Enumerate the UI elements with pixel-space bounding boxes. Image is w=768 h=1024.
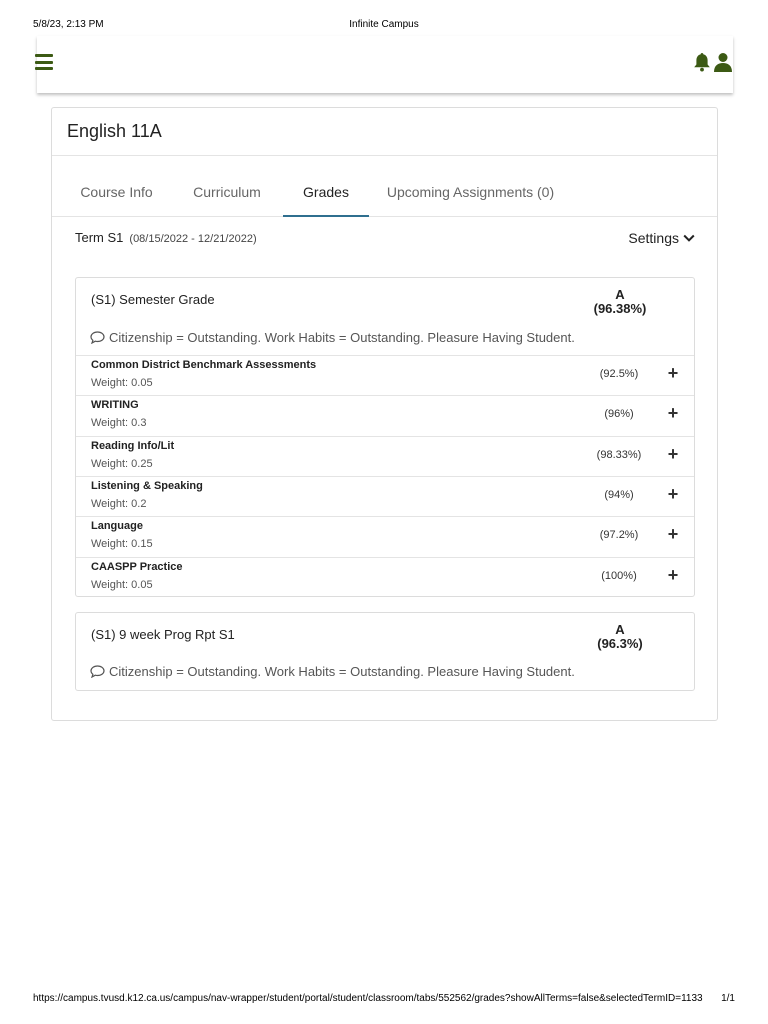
chevron-down-icon	[683, 234, 695, 242]
category-row: WRITING Weight: 0.3 (96%) +	[76, 395, 694, 435]
comment-icon	[90, 331, 105, 344]
category-percent: (100%)	[601, 570, 637, 582]
term-row: Term S1 (08/15/2022 - 12/21/2022) Setting…	[75, 230, 695, 250]
category-name: Language	[91, 520, 143, 532]
progress-report-title: (S1) 9 week Prog Rpt S1	[91, 627, 235, 642]
print-page-number: 1/1	[721, 993, 735, 1004]
category-weight: Weight: 0.2	[91, 498, 147, 510]
category-name: Reading Info/Lit	[91, 440, 175, 452]
term-dates: (08/15/2022 - 12/21/2022)	[129, 233, 257, 245]
semester-grade-title: (S1) Semester Grade	[91, 292, 215, 307]
category-percent: (92.5%)	[599, 368, 639, 380]
person-icon[interactable]	[713, 52, 733, 72]
category-weight: Weight: 0.3	[91, 417, 147, 429]
category-row: Common District Benchmark Assessments We…	[76, 355, 694, 395]
print-page-title: Infinite Campus	[349, 19, 419, 30]
category-percent: (94%)	[604, 489, 634, 501]
progress-report-comment-text: Citizenship = Outstanding. Work Habits =…	[109, 664, 575, 679]
expand-plus-icon[interactable]: +	[664, 445, 682, 463]
top-navigation-bar	[35, 36, 733, 93]
progress-report-comment: Citizenship = Outstanding. Work Habits =…	[90, 664, 575, 679]
course-tabs: Course Info Curriculum Grades Upcoming A…	[52, 168, 717, 217]
category-percent: (97.2%)	[599, 529, 639, 541]
course-title: English 11A	[67, 121, 162, 141]
progress-report-score: A (96.3%)	[580, 623, 660, 651]
category-weight: Weight: 0.15	[91, 538, 153, 550]
expand-plus-icon[interactable]: +	[664, 566, 682, 584]
progress-report-letter: A	[615, 622, 625, 637]
print-url: https://campus.tvusd.k12.ca.us/campus/na…	[33, 993, 703, 1004]
semester-grade-box: (S1) Semester Grade A (96.38%) Citizensh…	[75, 277, 695, 597]
tab-grades[interactable]: Grades	[283, 168, 369, 217]
tab-course-info[interactable]: Course Info	[70, 168, 163, 217]
category-row: Reading Info/Lit Weight: 0.25 (98.33%) +	[76, 436, 694, 476]
category-name: Common District Benchmark Assessments	[91, 359, 317, 371]
category-row: CAASPP Practice Weight: 0.05 (100%) +	[76, 557, 694, 597]
category-weight: Weight: 0.05	[91, 377, 153, 389]
term-name: Term S1	[75, 230, 124, 245]
settings-dropdown[interactable]: Settings	[628, 230, 695, 246]
settings-label: Settings	[628, 230, 679, 246]
category-name: WRITING	[91, 399, 139, 411]
category-row: Language Weight: 0.15 (97.2%) +	[76, 516, 694, 556]
progress-report-percent: (96.3%)	[597, 636, 643, 651]
expand-plus-icon[interactable]: +	[664, 364, 682, 382]
category-name: CAASPP Practice	[91, 561, 183, 573]
semester-grade-percent: (96.38%)	[593, 301, 647, 316]
tab-curriculum[interactable]: Curriculum	[185, 168, 269, 217]
comment-icon	[90, 665, 105, 678]
expand-plus-icon[interactable]: +	[664, 525, 682, 543]
semester-grade-score: A (96.38%)	[580, 288, 660, 316]
expand-plus-icon[interactable]: +	[664, 404, 682, 422]
course-card: English 11A Course Info Curriculum Grade…	[51, 107, 718, 721]
divider	[52, 155, 717, 156]
hamburger-menu-icon[interactable]	[35, 54, 53, 70]
semester-grade-comment: Citizenship = Outstanding. Work Habits =…	[90, 330, 575, 345]
progress-report-box: (S1) 9 week Prog Rpt S1 A (96.3%) Citize…	[75, 612, 695, 691]
tab-upcoming-assignments[interactable]: Upcoming Assignments (0)	[383, 168, 558, 217]
semester-grade-comment-text: Citizenship = Outstanding. Work Habits =…	[109, 330, 575, 345]
category-percent: (96%)	[604, 408, 634, 420]
category-weight: Weight: 0.25	[91, 458, 153, 470]
category-name: Listening & Speaking	[91, 480, 203, 492]
category-weight: Weight: 0.05	[91, 579, 153, 591]
expand-plus-icon[interactable]: +	[664, 485, 682, 503]
semester-grade-letter: A	[615, 287, 625, 302]
category-row: Listening & Speaking Weight: 0.2 (94%) +	[76, 476, 694, 516]
top-right-icons	[693, 52, 733, 72]
bell-icon[interactable]	[693, 52, 711, 72]
term-label: Term S1 (08/15/2022 - 12/21/2022)	[75, 230, 257, 245]
category-percent: (98.33%)	[596, 449, 642, 461]
